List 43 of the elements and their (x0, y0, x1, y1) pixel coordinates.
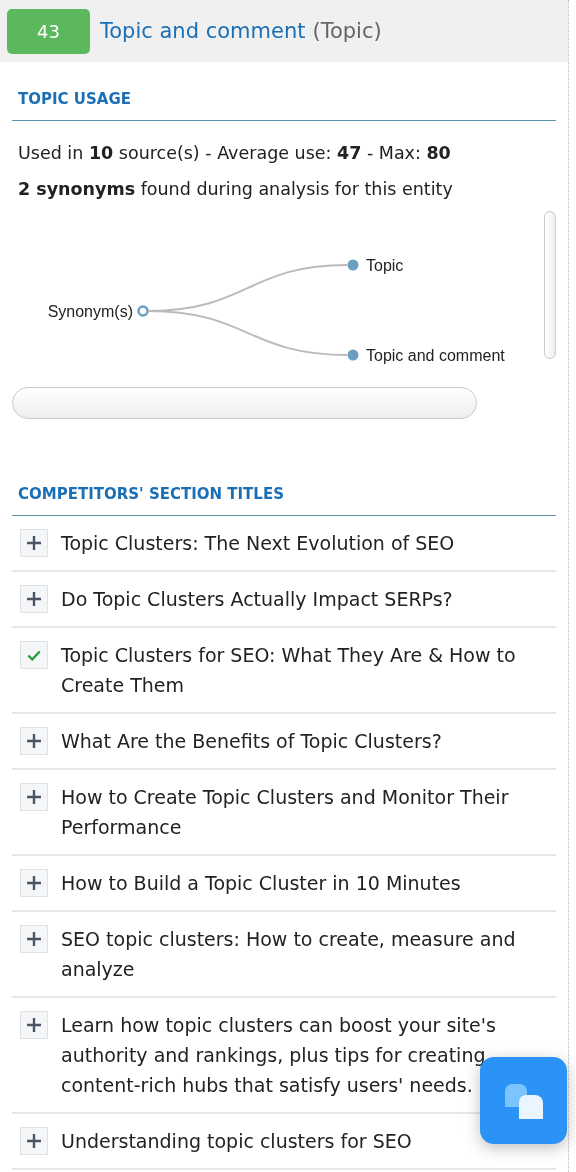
chat-icon (503, 1081, 544, 1120)
section-title: How to Create Topic Clusters and Monitor Their Performance (61, 785, 510, 840)
plus-icon (27, 536, 41, 550)
tree-node-label: Topic (366, 257, 404, 274)
add-button[interactable] (20, 1011, 48, 1039)
section-heading: TOPIC USAGE (12, 62, 556, 121)
section-title: Topic Clusters for SEO: What They Are & How to Create Them (61, 643, 517, 698)
section-title: How to Build a Topic Cluster in 10 Minutes (61, 871, 461, 896)
usage-stats: Used in 10 source(s) - Average use: 47 - Max: 80 (17, 142, 452, 163)
add-button[interactable] (20, 1127, 48, 1155)
plus-icon (27, 932, 41, 946)
section-heading: COMPETITORS' SECTION TITLES (12, 419, 556, 516)
plus-icon (27, 734, 41, 748)
add-button[interactable] (20, 529, 48, 557)
tree-node-label: Topic and comment (366, 347, 505, 364)
tree-node[interactable] (347, 259, 359, 271)
section-title: Learn how topic clusters can boost your site's authority and rankings, plus tips for creating content-rich hubs that satisfy users' needs. (61, 1013, 497, 1098)
synonyms-summary: 2 synonyms found during analysis for this entity (17, 178, 454, 199)
section-title: Topic Clusters: The Next Evolution of SEO (61, 531, 455, 556)
tree-root-node[interactable] (137, 305, 149, 317)
plus-icon (27, 592, 41, 606)
tree-node[interactable] (347, 349, 359, 361)
horizontal-scrollbar[interactable] (12, 387, 477, 419)
add-button[interactable] (20, 783, 48, 811)
section-title: SEO topic clusters: How to create, measure and analyze (61, 927, 517, 982)
vertical-scrollbar[interactable] (544, 211, 556, 359)
score-badge: 43 (7, 8, 90, 54)
check-icon (27, 648, 41, 662)
plus-icon (27, 876, 41, 890)
section-title: Do Topic Clusters Actually Impact SERPs? (61, 587, 453, 612)
add-button[interactable] (20, 585, 48, 613)
entity-title[interactable]: Topic and comment (100, 19, 306, 43)
plus-icon (27, 1134, 41, 1148)
section-title: Understanding topic clusters for SEO (61, 1129, 412, 1154)
add-button[interactable] (20, 727, 48, 755)
section-title: What Are the Benefits of Topic Clusters? (61, 729, 442, 754)
add-button[interactable] (20, 869, 48, 897)
add-button[interactable] (20, 925, 48, 953)
check-button[interactable] (20, 641, 48, 669)
plus-icon (27, 790, 41, 804)
entity-type: (Topic) (312, 19, 382, 43)
plus-icon (27, 1018, 41, 1032)
tree-root-label: Synonym(s) (47, 303, 133, 320)
